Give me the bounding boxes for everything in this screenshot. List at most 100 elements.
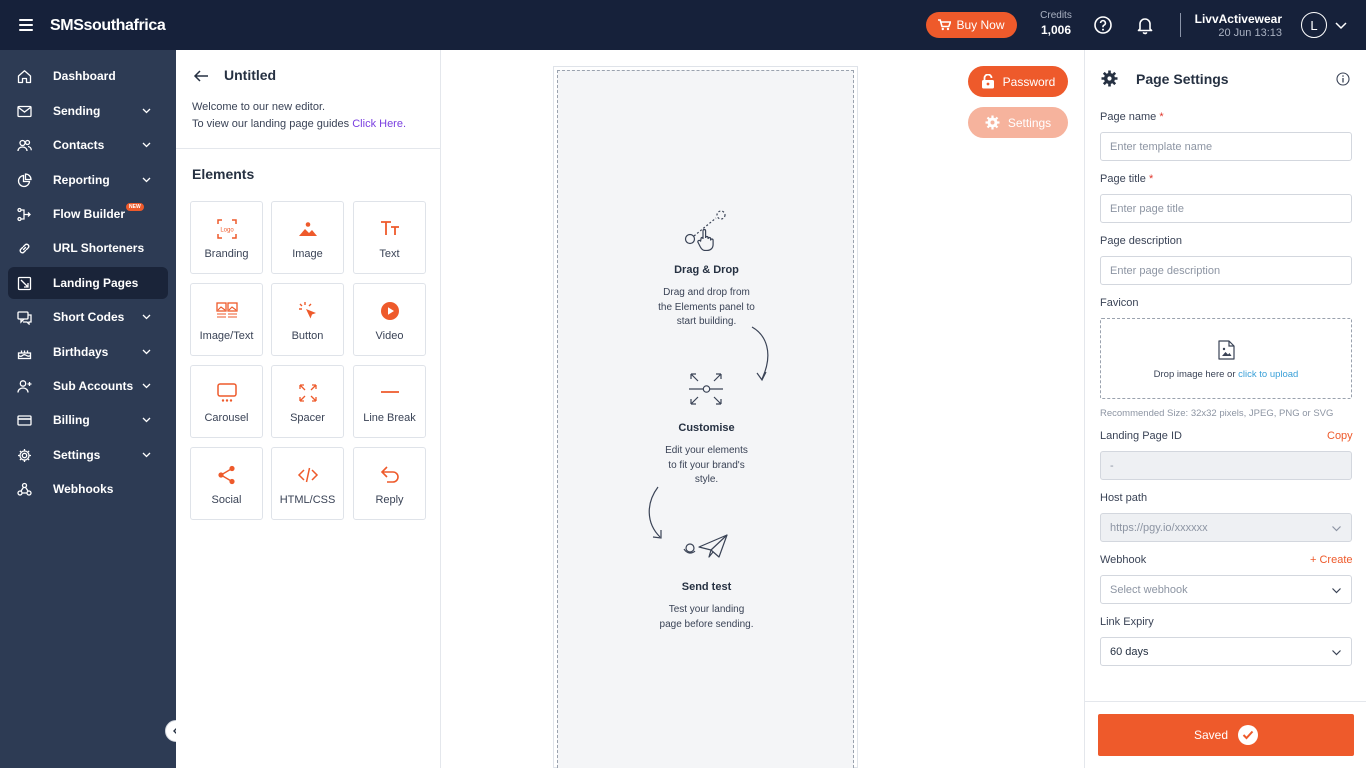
avatar[interactable]: L	[1301, 12, 1327, 38]
sidebar-item-label: URL Shorteners	[53, 241, 145, 255]
sidebar-item-settings[interactable]: Settings	[8, 439, 168, 471]
page-description-input[interactable]: Enter page description	[1100, 256, 1352, 285]
webhook-select[interactable]: Select webhook	[1100, 575, 1352, 604]
hamburger-menu-icon[interactable]	[19, 19, 33, 31]
sidebar-item-short-codes[interactable]: Short Codes	[8, 301, 168, 333]
settings-button[interactable]: Settings	[968, 107, 1068, 138]
step-title: Customise	[678, 422, 735, 434]
sidebar-item-sending[interactable]: Sending	[8, 95, 168, 127]
link-expiry-select[interactable]: 60 days	[1100, 637, 1352, 666]
element-button[interactable]: Button	[271, 283, 344, 356]
dropzone-text: Drop image here or click to upload	[1101, 369, 1351, 380]
cursor-click-icon	[299, 302, 316, 319]
lock-icon	[981, 74, 994, 89]
favicon-dropzone[interactable]: Drop image here or click to upload	[1100, 318, 1352, 399]
buy-now-button[interactable]: Buy Now	[926, 12, 1017, 38]
saved-button[interactable]: Saved	[1098, 714, 1354, 756]
element-image[interactable]: Image	[271, 201, 344, 274]
guide-link[interactable]: Click Here.	[352, 118, 406, 130]
favicon-label: Favicon	[1100, 297, 1139, 309]
sidebar-item-landing-pages[interactable]: Landing Pages	[8, 267, 168, 299]
sidebar-item-sub-accounts[interactable]: Sub Accounts	[8, 370, 168, 402]
element-video[interactable]: Video	[353, 283, 426, 356]
sidebar-item-webhooks[interactable]: Webhooks	[8, 473, 168, 505]
page-description-label: Page description	[1100, 235, 1182, 247]
sidebar-item-birthdays[interactable]: Birthdays	[8, 336, 168, 368]
chevron-down-icon	[142, 177, 151, 183]
page-name-label: Page name *	[1100, 111, 1164, 123]
info-icon[interactable]	[1336, 72, 1350, 86]
create-webhook-link[interactable]: + Create	[1310, 554, 1353, 566]
copy-link[interactable]: Copy	[1327, 430, 1353, 442]
welcome-line: Welcome to our new editor.	[192, 101, 326, 113]
sidebar-item-label: Flow Builder	[53, 207, 125, 221]
image-text-icon	[216, 302, 238, 318]
element-html-css[interactable]: HTML/CSS	[271, 447, 344, 520]
chevron-down-icon	[142, 142, 151, 148]
host-path-value: https://pgy.io/xxxxxx	[1110, 521, 1208, 534]
curved-arrow-icon	[648, 486, 662, 539]
chevron-down-icon	[142, 383, 151, 389]
sidebar: Dashboard Sending Contacts Reporting Flo…	[0, 50, 176, 768]
element-label: Carousel	[204, 412, 249, 424]
element-line-break[interactable]: Line Break	[353, 365, 426, 438]
settings-label: Settings	[1007, 115, 1052, 130]
landing-page-id-label: Landing Page ID	[1100, 430, 1182, 442]
element-social[interactable]: Social	[190, 447, 263, 520]
sidebar-item-url-shorteners[interactable]: URL Shorteners	[8, 232, 168, 264]
step-description: Test your landing page before sending.	[558, 603, 855, 632]
account-info[interactable]: LivvActivewear 20 Jun 13:13	[1192, 12, 1282, 39]
element-image-text[interactable]: Image/Text	[190, 283, 263, 356]
mail-icon	[17, 105, 32, 118]
sidebar-item-flow-builder[interactable]: Flow Builder NEW	[8, 198, 168, 230]
cart-icon	[938, 19, 952, 31]
sidebar-item-dashboard[interactable]: Dashboard	[8, 60, 168, 92]
welcome-guide-text: To view our landing page guides	[192, 118, 353, 130]
drop-prompt: Drop image here or	[1153, 369, 1239, 380]
account-name: LivvActivewear	[1194, 12, 1282, 26]
drop-area[interactable]: Drag & Drop Drag and drop from the Eleme…	[557, 70, 854, 768]
landing-page-icon	[17, 276, 32, 291]
webhook-placeholder: Select webhook	[1110, 583, 1188, 596]
play-icon	[381, 302, 399, 320]
element-reply[interactable]: Reply	[353, 447, 426, 520]
page-title-input[interactable]: Enter page title	[1100, 194, 1352, 223]
buy-now-label: Buy Now	[956, 18, 1005, 32]
card-icon	[17, 415, 32, 426]
step-line: Edit your elements	[665, 445, 748, 456]
chevron-down-icon	[142, 349, 151, 355]
element-spacer[interactable]: Spacer	[271, 365, 344, 438]
file-image-icon	[1218, 340, 1235, 360]
sidebar-item-label: Birthdays	[53, 345, 109, 359]
text-icon	[381, 221, 399, 235]
element-carousel[interactable]: Carousel	[190, 365, 263, 438]
sidebar-item-contacts[interactable]: Contacts	[8, 129, 168, 161]
chevron-down-icon	[1332, 526, 1341, 532]
page-title[interactable]: Untitled	[224, 67, 276, 83]
pie-chart-icon	[17, 173, 32, 188]
bell-icon[interactable]	[1135, 15, 1155, 35]
password-button[interactable]: Password	[968, 66, 1068, 97]
password-label: Password	[1002, 74, 1056, 89]
upload-link[interactable]: click to upload	[1238, 369, 1298, 380]
divider	[1085, 701, 1366, 702]
help-icon[interactable]	[1093, 15, 1113, 35]
element-label: Line Break	[363, 412, 416, 424]
sidebar-item-billing[interactable]: Billing	[8, 404, 168, 436]
link-expiry-label: Link Expiry	[1100, 616, 1154, 628]
element-text[interactable]: Text	[353, 201, 426, 274]
host-path-select[interactable]: https://pgy.io/xxxxxx	[1100, 513, 1352, 542]
brand-logo[interactable]: SMSsouthafrica	[50, 17, 166, 35]
element-label: Text	[379, 248, 400, 260]
page-name-input[interactable]: Enter template name	[1100, 132, 1352, 161]
element-branding[interactable]: Logo Branding	[190, 201, 263, 274]
sidebar-item-label: Billing	[53, 413, 90, 427]
element-label: Branding	[204, 248, 249, 260]
share-icon	[218, 465, 235, 485]
step-title: Send test	[681, 581, 732, 593]
chevron-down-icon[interactable]	[1334, 18, 1348, 32]
sidebar-item-reporting[interactable]: Reporting	[8, 164, 168, 196]
paper-plane-icon	[683, 534, 728, 558]
back-arrow-icon[interactable]	[193, 68, 209, 84]
required-mark: *	[1159, 111, 1164, 123]
